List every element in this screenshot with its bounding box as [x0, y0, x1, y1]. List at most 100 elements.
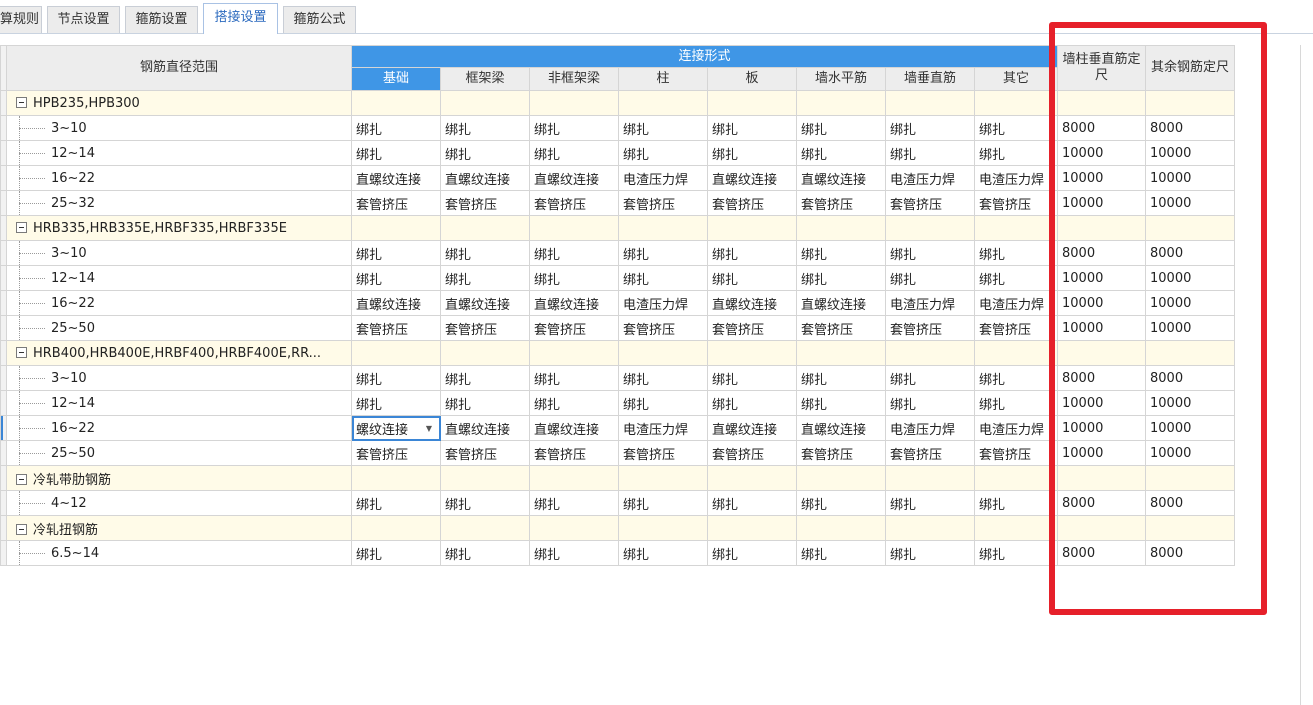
diameter-range-cell[interactable]: 6.5~14	[6, 540, 352, 566]
connection-type-cell[interactable]: 直螺纹连接	[440, 290, 530, 316]
connection-type-cell[interactable]: 直螺纹连接	[796, 165, 886, 191]
other-rebar-length-cell[interactable]: 8000	[1145, 490, 1235, 516]
diameter-range-cell[interactable]: 3~10	[6, 240, 352, 266]
connection-type-cell[interactable]: 绑扎	[618, 265, 708, 291]
header-col-wall-horizontal[interactable]: 墙水平筋	[796, 67, 886, 91]
wall-col-vertical-length-cell[interactable]: 10000	[1057, 415, 1146, 441]
connection-type-cell[interactable]: 套管挤压	[529, 440, 619, 466]
header-col-foundation[interactable]: 基础	[351, 67, 441, 91]
connection-type-cell[interactable]: 绑扎	[351, 540, 441, 566]
connection-type-cell[interactable]: 绑扎	[529, 140, 619, 166]
connection-type-cell[interactable]: 绑扎	[440, 240, 530, 266]
connection-type-cell[interactable]: 绑扎	[618, 140, 708, 166]
connection-type-cell[interactable]: 绑扎	[796, 265, 886, 291]
table-row[interactable]: 3~10 绑扎 绑扎 绑扎 绑扎 绑扎 绑扎 绑扎 绑扎 8000 8000	[0, 365, 1235, 391]
connection-type-cell[interactable]: 套管挤压	[707, 190, 797, 216]
connection-type-cell[interactable]: 绑扎	[885, 265, 975, 291]
connection-type-cell[interactable]: 套管挤压	[529, 315, 619, 341]
connection-type-cell[interactable]: 套管挤压	[351, 315, 441, 341]
table-row[interactable]: 25~32 套管挤压 套管挤压 套管挤压 套管挤压 套管挤压 套管挤压 套管挤压 套管挤压 100…	[0, 190, 1235, 216]
connection-type-cell[interactable]: 绑扎	[618, 490, 708, 516]
connection-type-cell[interactable]: 套管挤压	[351, 440, 441, 466]
header-other-rebar-length[interactable]: 其余钢筋定尺	[1145, 45, 1235, 91]
connection-type-cell[interactable]: 直螺纹连接	[440, 415, 530, 441]
connection-type-cell[interactable]: 绑扎	[707, 365, 797, 391]
connection-type-cell[interactable]: 绑扎	[351, 490, 441, 516]
connection-type-cell[interactable]: 套管挤压	[707, 315, 797, 341]
connection-type-cell[interactable]: 电渣压力焊	[974, 165, 1058, 191]
connection-type-cell[interactable]: 绑扎	[707, 265, 797, 291]
table-row[interactable]: 3~10 绑扎 绑扎 绑扎 绑扎 绑扎 绑扎 绑扎 绑扎 8000 8000	[0, 240, 1235, 266]
connection-type-cell[interactable]: 套管挤压	[974, 440, 1058, 466]
connection-type-cell[interactable]: 绑扎	[796, 390, 886, 416]
connection-type-cell[interactable]: 绑扎	[618, 115, 708, 141]
connection-type-cell[interactable]: 绑扎	[529, 115, 619, 141]
connection-type-cell[interactable]: 绑扎	[618, 365, 708, 391]
diameter-range-cell[interactable]: 16~22	[6, 290, 352, 316]
wall-col-vertical-length-cell[interactable]: 10000	[1057, 290, 1146, 316]
connection-type-cell[interactable]: 绑扎	[885, 490, 975, 516]
other-rebar-length-cell[interactable]: 10000	[1145, 415, 1235, 441]
connection-type-cell[interactable]: 电渣压力焊	[618, 165, 708, 191]
connection-type-cell[interactable]: 电渣压力焊	[974, 415, 1058, 441]
table-row[interactable]: 16~22 螺纹连接 ▼ 直螺纹连接 直螺纹连接 电渣压力焊 直螺纹连接 直螺纹连接 电渣压力焊…	[0, 415, 1235, 441]
group-row[interactable]: HRB335,HRB335E,HRBF335,HRBF335E	[0, 215, 1235, 241]
connection-type-cell[interactable]: 绑扎	[351, 115, 441, 141]
other-rebar-length-cell[interactable]: 8000	[1145, 240, 1235, 266]
connection-type-cell[interactable]: 电渣压力焊	[974, 290, 1058, 316]
connection-type-cell[interactable]: 套管挤压	[351, 190, 441, 216]
connection-type-cell[interactable]: 绑扎	[796, 115, 886, 141]
tab-lap-settings[interactable]: 搭接设置	[203, 3, 278, 34]
connection-type-cell[interactable]: 套管挤压	[440, 190, 530, 216]
wall-col-vertical-length-cell[interactable]: 8000	[1057, 365, 1146, 391]
collapse-icon[interactable]	[16, 96, 27, 108]
wall-col-vertical-length-cell[interactable]: 10000	[1057, 190, 1146, 216]
header-diameter-range[interactable]: 钢筋直径范围	[6, 45, 352, 91]
connection-type-cell[interactable]: 套管挤压	[796, 190, 886, 216]
header-wall-col-vertical-length[interactable]: 墙柱垂直筋定尺	[1057, 45, 1146, 91]
wall-col-vertical-length-cell[interactable]: 8000	[1057, 115, 1146, 141]
connection-type-cell[interactable]: 直螺纹连接	[529, 165, 619, 191]
connection-type-cell[interactable]: 套管挤压	[885, 315, 975, 341]
connection-type-cell[interactable]: 直螺纹连接	[351, 165, 441, 191]
other-rebar-length-cell[interactable]: 10000	[1145, 390, 1235, 416]
connection-type-cell[interactable]: 绑扎	[618, 240, 708, 266]
collapse-icon[interactable]	[16, 221, 27, 233]
connection-type-cell[interactable]: 套管挤压	[796, 315, 886, 341]
other-rebar-length-cell[interactable]: 10000	[1145, 190, 1235, 216]
wall-col-vertical-length-cell[interactable]: 10000	[1057, 440, 1146, 466]
connection-type-cell[interactable]: 电渣压力焊	[885, 165, 975, 191]
table-row[interactable]: 16~22 直螺纹连接 直螺纹连接 直螺纹连接 电渣压力焊 直螺纹连接 直螺纹连接 电渣压力焊…	[0, 165, 1235, 191]
connection-type-cell[interactable]: 绑扎	[974, 265, 1058, 291]
other-rebar-length-cell[interactable]: 8000	[1145, 115, 1235, 141]
connection-type-cell[interactable]: 绑扎	[707, 490, 797, 516]
other-rebar-length-cell[interactable]: 10000	[1145, 265, 1235, 291]
header-col-column[interactable]: 柱	[618, 67, 708, 91]
header-col-frame-beam[interactable]: 框架梁	[440, 67, 530, 91]
connection-type-cell[interactable]: 直螺纹连接	[707, 415, 797, 441]
other-rebar-length-cell[interactable]: 10000	[1145, 165, 1235, 191]
connection-type-cell[interactable]: 绑扎	[885, 115, 975, 141]
connection-type-cell[interactable]: 套管挤压	[974, 190, 1058, 216]
wall-col-vertical-length-cell[interactable]: 10000	[1057, 140, 1146, 166]
wall-col-vertical-length-cell[interactable]: 8000	[1057, 240, 1146, 266]
connection-type-cell[interactable]: 绑扎	[796, 365, 886, 391]
connection-type-cell[interactable]: 直螺纹连接	[351, 290, 441, 316]
diameter-range-cell[interactable]: 4~12	[6, 490, 352, 516]
connection-type-cell[interactable]: 绑扎	[440, 490, 530, 516]
connection-type-cell[interactable]: 套管挤压	[618, 440, 708, 466]
group-name-cell[interactable]: 冷轧扭钢筋	[6, 515, 352, 541]
connection-type-cell[interactable]: 绑扎	[351, 365, 441, 391]
group-row[interactable]: HPB235,HPB300	[0, 90, 1235, 116]
connection-type-cell[interactable]: 套管挤压	[529, 190, 619, 216]
diameter-range-cell[interactable]: 16~22	[6, 415, 352, 441]
connection-type-cell[interactable]: 套管挤压	[618, 315, 708, 341]
connection-type-cell[interactable]: 绑扎	[440, 115, 530, 141]
other-rebar-length-cell[interactable]: 10000	[1145, 315, 1235, 341]
connection-type-cell[interactable]: 套管挤压	[618, 190, 708, 216]
wall-col-vertical-length-cell[interactable]: 10000	[1057, 165, 1146, 191]
other-rebar-length-cell[interactable]: 8000	[1145, 540, 1235, 566]
table-row[interactable]: 12~14 绑扎 绑扎 绑扎 绑扎 绑扎 绑扎 绑扎 绑扎 10000 10000	[0, 140, 1235, 166]
connection-type-cell[interactable]: 绑扎	[885, 390, 975, 416]
table-row[interactable]: 16~22 直螺纹连接 直螺纹连接 直螺纹连接 电渣压力焊 直螺纹连接 直螺纹连接 电渣压力焊…	[0, 290, 1235, 316]
